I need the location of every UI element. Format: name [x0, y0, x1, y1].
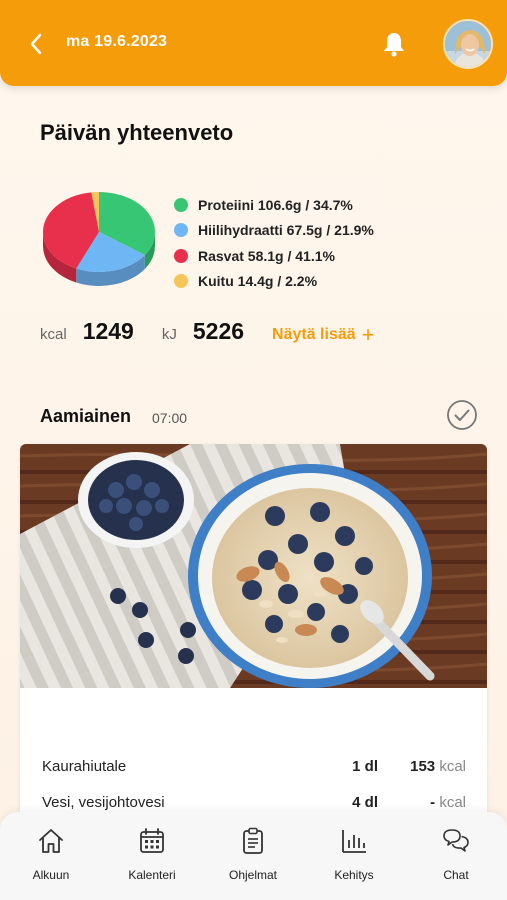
legend-item-fat: Rasvat 58.1g / 41.1% [174, 243, 374, 269]
legend-dot [174, 274, 188, 289]
nav-item-progress[interactable]: Kehitys [314, 826, 394, 896]
food-kcal-unit: kcal [439, 758, 466, 775]
meal-title: Aamiainen [40, 406, 132, 426]
clipboard-icon [243, 827, 263, 854]
nav-item-home[interactable]: Alkuun [11, 826, 91, 896]
app-screen: ma 19.6.2023 Päivän yhteenveto Proteiini… [0, 0, 507, 900]
energy-row: kcal 1249 kJ 5226 Näytä lisää + [40, 318, 375, 348]
home-icon [39, 829, 63, 853]
calendar-icon [140, 828, 164, 853]
nav-label: Kalenteri [128, 868, 176, 882]
nav-label: Ohjelmat [228, 868, 278, 882]
legend-label: Rasvat 58.1g / 41.1% [198, 247, 335, 264]
show-more-label: Näytä lisää [272, 326, 356, 343]
header-date: ma 19.6.2023 [66, 33, 168, 50]
nav-item-calendar[interactable]: Kalenteri [112, 826, 192, 896]
chevron-left-icon [30, 33, 42, 55]
bell-icon [384, 33, 404, 57]
food-kcal: 153 kcal [410, 758, 466, 775]
food-kcal-unit: kcal [439, 794, 466, 811]
nav-label: Alkuun [32, 868, 70, 882]
show-more-link[interactable]: Näytä lisää + [272, 324, 374, 346]
legend-item-protein: Proteiini 106.6g / 34.7% [174, 192, 374, 218]
kcal-value: 1249 [82, 318, 134, 344]
food-name: Vesi, vesijohtovesi [42, 794, 165, 811]
food-quantity: 4 dl [352, 794, 378, 811]
plus-icon: + [361, 322, 375, 347]
summary-title: Päivän yhteenveto [40, 120, 234, 145]
nav-label: Chat [443, 868, 469, 882]
legend-label: Proteiini 106.6g / 34.7% [198, 196, 353, 213]
food-name: Kaurahiutale [42, 758, 127, 775]
food-quantity: 1 dl [352, 758, 378, 775]
notifications-button[interactable] [381, 30, 407, 58]
macro-pie-chart [43, 192, 155, 286]
macro-legend: Proteiini 106.6g / 34.7% Hiilihydraatti … [174, 192, 374, 294]
kj-value: 5226 [192, 318, 245, 344]
legend-item-carbs: Hiilihydraatti 67.5g / 21.9% [174, 218, 374, 244]
user-avatar[interactable] [443, 19, 493, 69]
legend-label: Kuitu 14.4g / 2.2% [198, 273, 318, 290]
check-circle-icon [447, 400, 477, 430]
legend-dot [174, 248, 188, 263]
nav-item-programs[interactable]: Ohjelmat [213, 826, 293, 896]
meal-time: 07:00 [152, 410, 188, 426]
top-bar: ma 19.6.2023 [0, 0, 507, 86]
meal-done-button[interactable] [446, 399, 478, 431]
legend-dot [174, 223, 188, 238]
legend-label: Hiilihydraatti 67.5g / 21.9% [198, 222, 374, 239]
legend-dot [174, 197, 188, 212]
nav-item-chat[interactable]: Chat [416, 826, 496, 896]
kcal-label: kcal [40, 326, 67, 343]
bar-chart-icon [342, 830, 366, 853]
profile-photo [445, 21, 491, 67]
chat-icon [443, 829, 469, 852]
back-button[interactable] [24, 30, 48, 58]
food-kcal-value: - [430, 794, 436, 811]
food-row[interactable]: Kaurahiutale 1 dl 153 kcal [42, 758, 466, 782]
food-kcal-value: 153 [410, 758, 436, 775]
food-kcal: - kcal [430, 794, 466, 811]
nav-label: Kehitys [334, 868, 374, 882]
meal-photo [20, 444, 487, 688]
kj-label: kJ [161, 326, 177, 343]
legend-item-fiber: Kuitu 14.4g / 2.2% [174, 269, 374, 295]
bottom-nav: Alkuun Kalenteri Ohjelmat Kehitys Chat [0, 812, 507, 900]
